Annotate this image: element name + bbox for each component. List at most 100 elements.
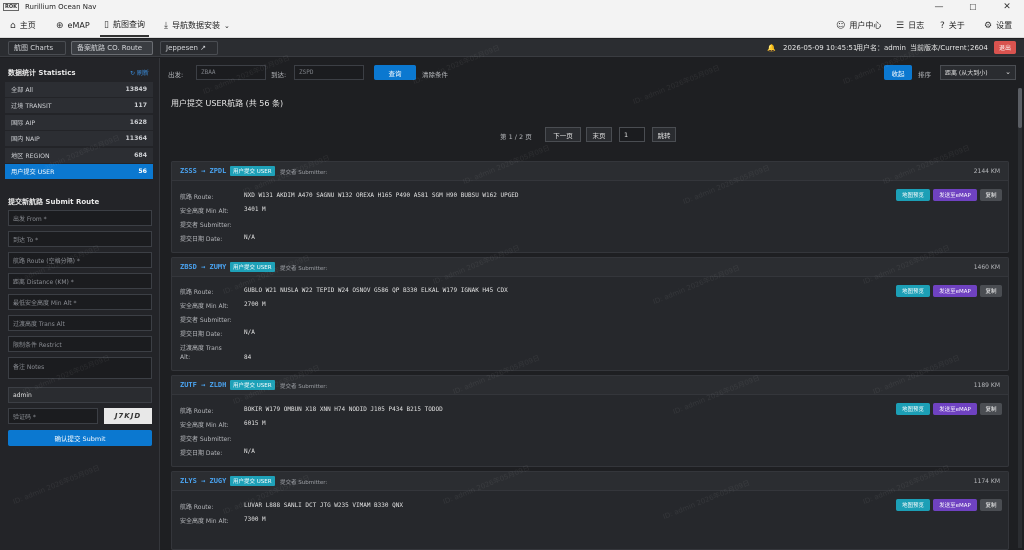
user-badge: 用户提交 USER [230, 166, 275, 176]
clear-filter-button[interactable]: 清除条件 [422, 69, 448, 79]
submit-button[interactable]: 确认提交 Submit [8, 430, 152, 446]
menu-user-center[interactable]: ☺ 用户中心 [832, 14, 885, 37]
distance-field[interactable]: 距离 Distance (KM) * [8, 273, 152, 289]
to-filter-input[interactable]: ZSPD [294, 65, 364, 80]
menu-nav-install[interactable]: ⤓ 导航数据安装 ⌄ [160, 14, 234, 37]
date-label: 提交日期 Date: [180, 331, 223, 338]
collapse-button[interactable]: 收起 [884, 65, 912, 80]
copy-button[interactable]: 复制 [980, 403, 1002, 415]
min-alt-field[interactable]: 最低安全高度 Min Alt * [8, 294, 152, 310]
tab-jeppesen[interactable]: Jeppesen ↗ [160, 41, 218, 55]
maximize-button[interactable]: ☐ [956, 0, 990, 14]
submit-title: 提交新航路 Submit Route [8, 198, 100, 206]
map-preview-button[interactable]: 地图预览 [896, 403, 930, 415]
min-alt-label: 安全高度 Min Alt: [180, 518, 229, 525]
route-label: 航路 Route: [180, 408, 214, 415]
copy-button[interactable]: 复制 [980, 285, 1002, 297]
scrollbar[interactable] [1018, 88, 1022, 548]
route-card: ZSSS → ZPDL 用户提交 USER 提交者 Submitter: 214… [171, 161, 1009, 253]
map-preview-button[interactable]: 地图预览 [896, 499, 930, 511]
main-panel: 出发: ZBAA 到达: ZSPD 查询 清除条件 收起 排序 距离 (从大到小… [161, 58, 1024, 550]
route-label: 航路 Route: [180, 289, 214, 296]
send-emap-button[interactable]: 发送至eMAP [933, 499, 977, 511]
send-emap-button[interactable]: 发送至eMAP [933, 189, 977, 201]
stat-transit[interactable]: 过境 TRANSIT 117 [5, 98, 153, 113]
from-label: 出发: [168, 71, 184, 79]
route-card: ZBSD → ZUMY 用户提交 USER 提交者 Submitter: 146… [171, 257, 1009, 371]
stat-user[interactable]: 用户提交 USER 56 [5, 164, 153, 179]
tab-co-route[interactable]: 备案航路 CO. Route [71, 41, 153, 55]
send-emap-button[interactable]: 发送至eMAP [933, 285, 977, 297]
logout-button[interactable]: 退出 [994, 41, 1016, 54]
chevron-down-icon: ⌄ [223, 21, 230, 30]
from-field[interactable]: 出发 From * [8, 210, 152, 226]
date-value: N/A [244, 329, 255, 336]
send-emap-button[interactable]: 发送至eMAP [933, 403, 977, 415]
app-logo: ROK [3, 3, 19, 11]
stats-title: 数据统计 Statistics [8, 69, 76, 77]
distance: 2144 KM [973, 168, 1000, 175]
route-card: ZUTF → ZLDH 用户提交 USER 提交者 Submitter: 118… [171, 375, 1009, 467]
menu-home[interactable]: ⌂ 主页 [6, 14, 40, 37]
map-preview-button[interactable]: 地图预览 [896, 189, 930, 201]
menu-chart-query[interactable]: ▯ 航图查询 [100, 14, 149, 37]
list-title: 用户提交 USER航路 (共 56 条) [171, 99, 284, 108]
route-field[interactable]: 航路 Route (空格分隔) * [8, 252, 152, 268]
stat-aip[interactable]: 国际 AIP 1628 [5, 115, 153, 130]
user-badge: 用户提交 USER [230, 476, 275, 486]
route-pair-link[interactable]: ZUTF → ZLDH [180, 381, 226, 389]
minimize-button[interactable]: — [922, 0, 956, 14]
list-icon: ☰ [896, 20, 905, 31]
refresh-button[interactable]: ↻ 刷新 [130, 68, 149, 77]
min-alt-value: 6015 M [244, 420, 266, 427]
menu-emap[interactable]: ⊕ eMAP [52, 14, 94, 37]
scrollbar-thumb[interactable] [1018, 88, 1022, 128]
page-indicator: 第 1 / 2 页 [500, 133, 532, 141]
stat-naip[interactable]: 国内 NAIP 11364 [5, 131, 153, 146]
menu-log[interactable]: ☰ 日志 [892, 14, 928, 37]
gear-icon: ⚙ [984, 20, 993, 31]
bell-icon[interactable]: 🔔 [767, 39, 776, 57]
query-button[interactable]: 查询 [374, 65, 416, 80]
min-alt-label: 安全高度 Min Alt: [180, 208, 229, 215]
submitter-field[interactable]: admin [8, 387, 152, 403]
route-pair-link[interactable]: ZSSS → ZPDL [180, 167, 226, 175]
close-button[interactable]: ✕ [990, 0, 1024, 14]
distance: 1189 KM [973, 382, 1000, 389]
last-page-button[interactable]: 末页 [586, 127, 612, 142]
map-preview-button[interactable]: 地图预览 [896, 285, 930, 297]
trans-alt-value: 84 [244, 354, 252, 361]
card-header: ZUTF → ZLDH 用户提交 USER 提交者 Submitter: 118… [172, 376, 1008, 395]
min-alt-label: 安全高度 Min Alt: [180, 422, 229, 429]
route-pair-link[interactable]: ZBSD → ZUMY [180, 263, 226, 271]
to-field[interactable]: 到达 To * [8, 231, 152, 247]
restrict-field[interactable]: 限制条件 Restrict [8, 336, 152, 352]
next-page-button[interactable]: 下一页 [545, 127, 581, 142]
menu-settings[interactable]: ⚙ 设置 [980, 14, 1016, 37]
trans-alt-field[interactable]: 过渡高度 Trans Alt [8, 315, 152, 331]
jump-button[interactable]: 跳转 [652, 127, 676, 142]
captcha-image[interactable]: J7KJD [104, 408, 152, 424]
window-title: Rurillium Ocean Nav [24, 3, 97, 11]
notes-field[interactable]: 备注 Notes [8, 357, 152, 379]
date-value: N/A [244, 448, 255, 455]
sub-tab-row: 航图 Charts 备案航路 CO. Route Jeppesen ↗ 🔔 20… [0, 39, 1024, 57]
min-alt-value: 2700 M [244, 301, 266, 308]
route-pair-link[interactable]: ZLYS → ZUGY [180, 477, 226, 485]
menu-about[interactable]: ? 关于 [936, 14, 969, 37]
from-filter-input[interactable]: ZBAA [196, 65, 266, 80]
stat-all[interactable]: 全部 All 13849 [5, 82, 153, 97]
copy-button[interactable]: 复制 [980, 499, 1002, 511]
stat-region[interactable]: 地区 REGION 684 [5, 148, 153, 163]
copy-button[interactable]: 复制 [980, 189, 1002, 201]
captcha-field[interactable]: 验证码 * [8, 408, 98, 424]
download-icon: ⤓ [164, 20, 168, 31]
submitter-label: 提交者 Submitter: [180, 436, 232, 443]
page-input[interactable]: 1 [619, 127, 645, 142]
sort-select[interactable]: 距离 (从大到小) ⌄ [940, 65, 1016, 80]
date-value: N/A [244, 234, 255, 241]
book-icon: ▯ [104, 19, 109, 30]
distance: 1174 KM [973, 478, 1000, 485]
sort-label: 排序 [918, 71, 931, 79]
tab-charts[interactable]: 航图 Charts [8, 41, 66, 55]
